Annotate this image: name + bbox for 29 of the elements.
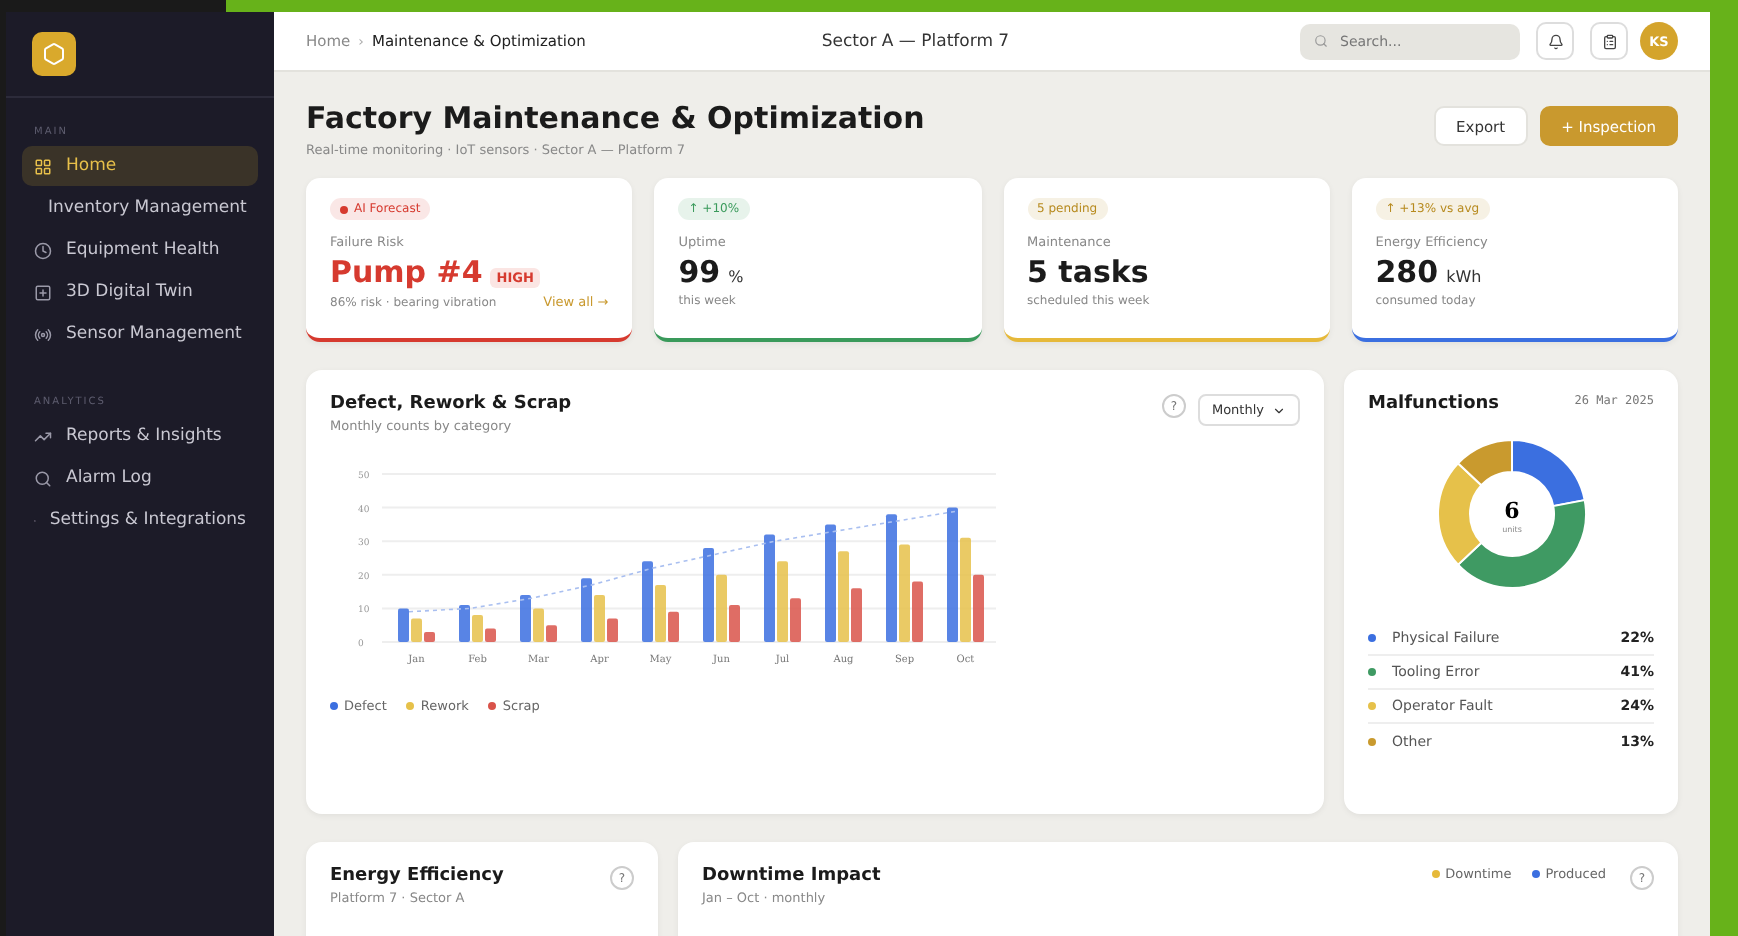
- nav-item[interactable]: Settings & Integrations: [22, 500, 258, 540]
- nav-item[interactable]: 3D Digital Twin: [22, 272, 258, 312]
- nav-item[interactable]: Home: [22, 146, 258, 186]
- card-title: Malfunctions: [1368, 394, 1500, 414]
- nav-label: Home: [66, 156, 117, 176]
- card-title: Downtime Impact: [702, 866, 881, 886]
- nav-label: 3D Digital Twin: [66, 282, 193, 302]
- kpi-unit: kWh: [1446, 268, 1482, 286]
- nav-item[interactable]: Reports & Insights: [22, 416, 258, 456]
- nav-label: Inventory Management: [48, 198, 247, 218]
- kpi-value: 99: [678, 254, 721, 290]
- kpi-value: 5 tasks: [1027, 254, 1149, 290]
- kpi-unit: %: [728, 268, 744, 286]
- card-title: Energy Efficiency: [330, 866, 504, 886]
- nav-label: Equipment Health: [66, 240, 220, 260]
- nav-label: Alarm Log: [66, 468, 152, 488]
- card-title: Defect, Rework & Scrap: [330, 394, 572, 414]
- nav-item[interactable]: Sensor Management: [22, 314, 258, 354]
- donut-total: 6: [1503, 498, 1519, 524]
- page-title: Factory Maintenance & Optimization: [306, 100, 925, 136]
- nav-label: Reports & Insights: [66, 426, 222, 446]
- nav-item[interactable]: Equipment Health: [22, 230, 258, 270]
- nav-item[interactable]: Inventory Management: [22, 188, 258, 228]
- nav-label: Sensor Management: [66, 324, 242, 344]
- kpi-value: 280: [1375, 254, 1439, 290]
- nav-label: Settings & Integrations: [49, 510, 246, 530]
- location-title: Sector A — Platform 7: [821, 31, 1010, 51]
- kpi-value: Pump #4: [330, 254, 483, 290]
- nav-item[interactable]: Alarm Log: [22, 458, 258, 498]
